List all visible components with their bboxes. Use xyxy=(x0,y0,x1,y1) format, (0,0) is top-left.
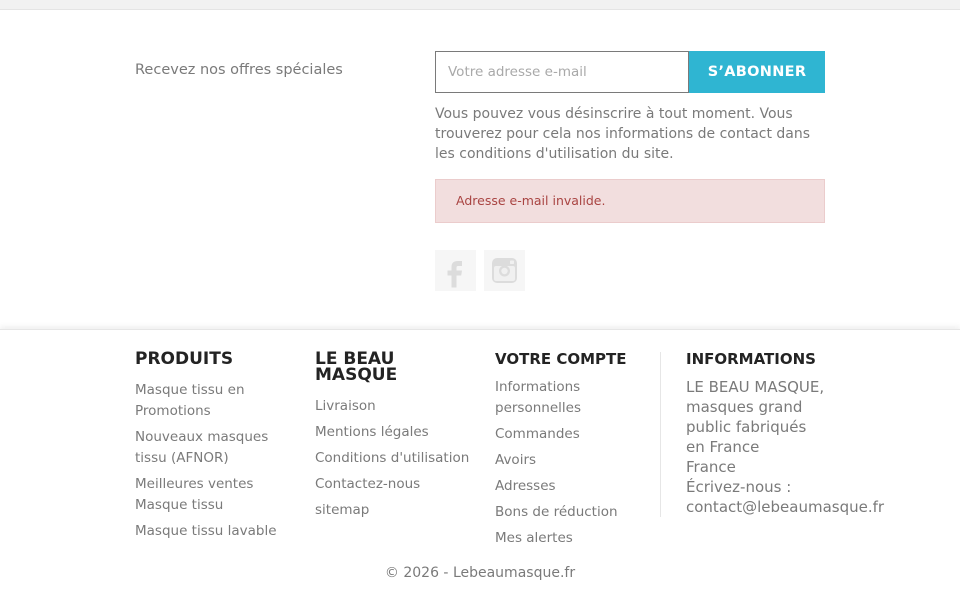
account-link-credits[interactable]: Avoirs xyxy=(495,450,655,471)
products-link-promotions[interactable]: Masque tissu en Promotions xyxy=(135,380,295,422)
store-email-link[interactable]: contact@lebeaumasque.fr xyxy=(686,497,936,517)
products-link-bestsellers[interactable]: Meilleures ventes Masque tissu xyxy=(135,474,295,516)
facebook-link[interactable] xyxy=(435,250,476,291)
company-link-delivery[interactable]: Livraison xyxy=(315,396,475,417)
footer-company-column: LE BEAU MASQUE Livraison Mentions légale… xyxy=(315,351,475,526)
account-link-addresses[interactable]: Adresses xyxy=(495,476,655,497)
store-info-line: France xyxy=(686,458,736,476)
facebook-icon xyxy=(447,261,462,288)
account-link-vouchers[interactable]: Bons de réduction xyxy=(495,502,655,523)
company-link-legal[interactable]: Mentions légales xyxy=(315,422,475,443)
instagram-link[interactable] xyxy=(484,250,525,291)
email-input[interactable] xyxy=(435,51,689,93)
info-title: INFORMATIONS xyxy=(686,350,816,368)
instagram-icon xyxy=(492,258,517,283)
account-link-alerts[interactable]: Mes alertes xyxy=(495,528,655,549)
company-link-terms[interactable]: Conditions d'utilisation xyxy=(315,448,475,469)
store-info-line: Écrivez-nous : xyxy=(686,478,792,496)
products-link-washable[interactable]: Masque tissu lavable xyxy=(135,521,295,542)
store-info-line: public fabriqués xyxy=(686,418,807,436)
store-info-line: masques grand xyxy=(686,398,803,416)
footer-info-column: INFORMATIONS LE BEAU MASQUE, masques gra… xyxy=(686,350,936,517)
company-title: LE BEAU MASQUE xyxy=(315,349,398,385)
error-alert: Adresse e-mail invalide. xyxy=(435,179,825,223)
account-link-personal-info[interactable]: Informations personnelles xyxy=(495,377,655,419)
newsletter-conditions: Vous pouvez vous désinscrire à tout mome… xyxy=(435,106,811,162)
footer-products-column: PRODUITS Masque tissu en Promotions Nouv… xyxy=(135,351,295,547)
top-strip xyxy=(0,0,960,10)
products-title: PRODUITS xyxy=(135,349,234,369)
footer-account-column: VOTRE COMPTE Informations personnelles C… xyxy=(495,350,655,554)
subscribe-button[interactable]: S’ABONNER xyxy=(689,51,825,93)
company-link-sitemap[interactable]: sitemap xyxy=(315,500,475,521)
account-link-orders[interactable]: Commandes xyxy=(495,424,655,445)
store-info: LE BEAU MASQUE, masques grand public fab… xyxy=(686,377,936,517)
store-info-line: LE BEAU MASQUE, xyxy=(686,378,825,396)
newsletter-label: Recevez nos offres spéciales xyxy=(135,62,343,78)
products-link-new[interactable]: Nouveaux masques tissu (AFNOR) xyxy=(135,427,295,469)
account-title: VOTRE COMPTE xyxy=(495,350,627,368)
company-link-contact[interactable]: Contactez-nous xyxy=(315,474,475,495)
copyright: © 2026 - Lebeaumasque.fr xyxy=(384,565,576,581)
store-info-line: en France xyxy=(686,438,760,456)
column-divider xyxy=(660,352,661,517)
